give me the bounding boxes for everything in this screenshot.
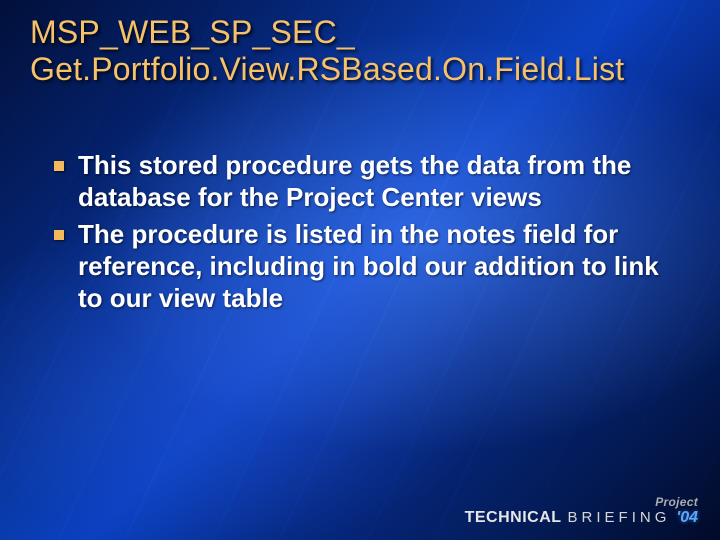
- footer-year: '04: [676, 510, 698, 526]
- slide-body: This stored procedure gets the data from…: [78, 150, 680, 321]
- footer-technical-word: TECHNICAL: [465, 510, 562, 526]
- bullet-item: The procedure is listed in the notes fie…: [78, 219, 680, 314]
- bullet-square-icon: [54, 161, 64, 171]
- title-line-2: Get.Portfolio.View.RSBased.On.Field.List: [30, 51, 690, 88]
- bullet-square-icon: [54, 230, 64, 240]
- footer-project-label: Project: [465, 496, 698, 508]
- bullet-item: This stored procedure gets the data from…: [78, 150, 680, 213]
- footer-briefing-word: BRIEFING: [568, 510, 671, 525]
- bullet-text: This stored procedure gets the data from…: [78, 150, 631, 212]
- slide: MSP_WEB_SP_SEC_ Get.Portfolio.View.RSBas…: [0, 0, 720, 540]
- slide-footer: Project TECHNICAL BRIEFING '04: [465, 496, 698, 526]
- slide-title: MSP_WEB_SP_SEC_ Get.Portfolio.View.RSBas…: [30, 14, 690, 88]
- bullet-text: The procedure is listed in the notes fie…: [78, 219, 659, 312]
- footer-branding: TECHNICAL BRIEFING '04: [465, 510, 698, 526]
- title-line-1: MSP_WEB_SP_SEC_: [30, 14, 690, 51]
